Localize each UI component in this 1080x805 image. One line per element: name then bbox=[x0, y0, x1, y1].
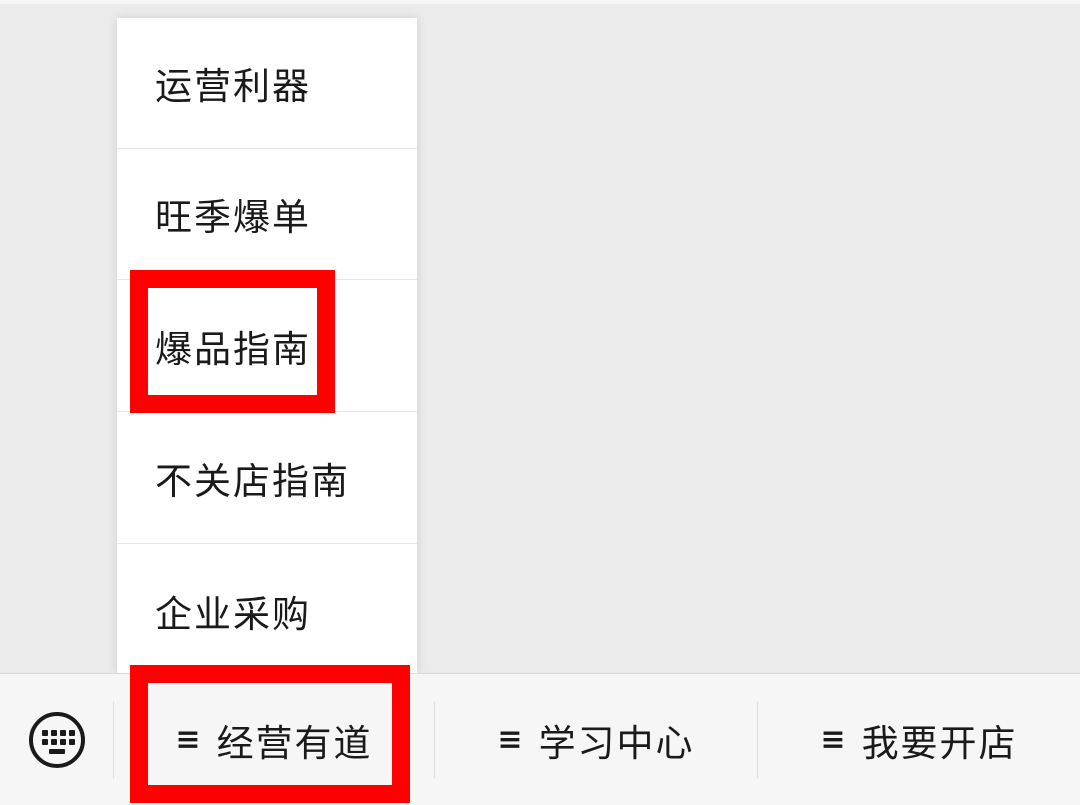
submenu-item-ops-tools[interactable]: 运营利器 bbox=[117, 18, 417, 149]
menu-tab-label: 学习中心 bbox=[538, 721, 695, 765]
chat-screen: 运营利器 旺季爆单 爆品指南 不关店指南 企业采购 ≡ 经营有道 ≡ 学习中心 … bbox=[0, 0, 1080, 805]
submenu-item-peak-season[interactable]: 旺季爆单 bbox=[117, 149, 417, 280]
hamburger-icon: ≡ bbox=[820, 722, 848, 757]
submenu-item-enterprise-purchase[interactable]: 企业采购 bbox=[117, 545, 417, 676]
highlight-box-business-tab bbox=[130, 665, 410, 803]
keyboard-toggle-button[interactable] bbox=[0, 674, 113, 805]
submenu-item-label: 运营利器 bbox=[155, 65, 311, 108]
menu-tab-learning-center[interactable]: ≡ 学习中心 bbox=[435, 674, 757, 805]
highlight-box-hot-products-guide bbox=[130, 270, 335, 413]
menu-tab-open-store[interactable]: ≡ 我要开店 bbox=[758, 674, 1080, 805]
hamburger-icon: ≡ bbox=[497, 722, 525, 757]
submenu-item-label: 企业采购 bbox=[155, 592, 311, 636]
keyboard-icon bbox=[28, 711, 85, 768]
submenu-item-label: 不关店指南 bbox=[155, 460, 350, 503]
top-edge bbox=[0, 0, 1080, 4]
submenu-item-label: 旺季爆单 bbox=[155, 196, 311, 239]
submenu-item-no-close-guide[interactable]: 不关店指南 bbox=[117, 413, 417, 544]
menu-tab-label: 我要开店 bbox=[861, 721, 1018, 765]
